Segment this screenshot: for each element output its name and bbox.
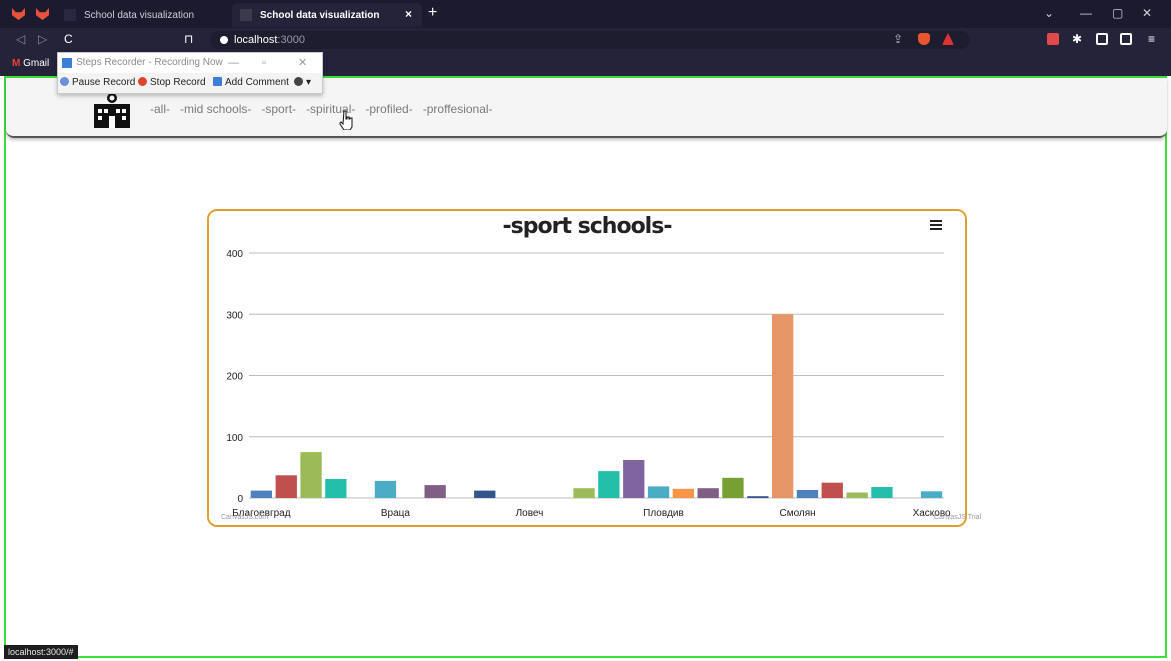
- bookmark-gmail[interactable]: M Gmail: [12, 58, 49, 69]
- bar[interactable]: [573, 488, 595, 498]
- close-window-icon[interactable]: ✕: [1142, 6, 1152, 20]
- bar[interactable]: [871, 487, 893, 498]
- bar[interactable]: [598, 471, 620, 498]
- nav-link-profiled[interactable]: -profiled-: [365, 102, 412, 116]
- bar[interactable]: [821, 482, 843, 498]
- nav-link-mid-schools[interactable]: -mid schools-: [180, 102, 251, 116]
- status-bar-url: localhost:3000/#: [4, 645, 78, 659]
- tab-close-icon[interactable]: ×: [405, 7, 412, 21]
- minimize-icon[interactable]: —: [1080, 6, 1092, 20]
- chart-title: -sport schools-: [502, 214, 673, 239]
- brave-shield-icon[interactable]: [918, 33, 930, 45]
- canvasjs-credit[interactable]: CanvasJS.com: [221, 514, 268, 521]
- bar[interactable]: [623, 460, 645, 498]
- bookmark-gmail-label: Gmail: [23, 58, 50, 69]
- y-tick-label: 400: [226, 249, 243, 260]
- tab-label: School data visualization: [84, 9, 195, 21]
- maximize-icon[interactable]: ▢: [1112, 6, 1123, 20]
- stop-record-button[interactable]: Stop Record: [138, 77, 206, 88]
- steps-close-icon[interactable]: ✕: [298, 53, 307, 73]
- tab-favicon-icon: [240, 9, 252, 21]
- add-comment-button[interactable]: Add Comment: [213, 77, 289, 88]
- share-icon[interactable]: ⇪: [893, 32, 903, 46]
- bar[interactable]: [647, 486, 670, 498]
- nav-link-proffesional[interactable]: -proffesional-: [423, 102, 493, 116]
- wallet-icon[interactable]: [1120, 33, 1132, 45]
- help-icon: [294, 77, 303, 86]
- pause-record-label: Pause Record: [72, 77, 136, 88]
- y-tick-label: 100: [226, 433, 243, 444]
- forward-icon[interactable]: ▷: [38, 32, 47, 46]
- steps-recorder-toolbar: Pause Record Stop Record Add Comment ▾: [58, 75, 322, 91]
- bar[interactable]: [374, 480, 397, 498]
- bookmark-icon[interactable]: ⊓: [184, 32, 193, 46]
- pause-icon: [60, 77, 69, 86]
- y-tick-label: 300: [226, 310, 243, 321]
- address-toolbar: ◁ ▷ C ⊓ localhost:3000 ⇪ ✱ ≡: [0, 28, 1171, 52]
- steps-maximize-icon[interactable]: ▫: [262, 53, 266, 73]
- pause-record-button[interactable]: Pause Record: [60, 77, 135, 88]
- tab-search-icon[interactable]: ⌄: [1044, 6, 1054, 20]
- steps-minimize-icon[interactable]: —: [228, 53, 239, 73]
- bar[interactable]: [846, 492, 868, 499]
- comment-icon: [213, 77, 222, 86]
- browser-fox-icon: [12, 8, 25, 20]
- bar-chart: 0100200300400Благоевград Враца Ловеч Пловди…: [226, 249, 951, 519]
- sidebar-icon[interactable]: [1096, 33, 1108, 45]
- bar[interactable]: [424, 485, 446, 498]
- add-comment-label: Add Comment: [225, 77, 289, 88]
- new-tab-button[interactable]: +: [428, 4, 437, 22]
- school-building-icon[interactable]: [92, 92, 132, 128]
- bar[interactable]: [250, 490, 272, 498]
- bar[interactable]: [796, 490, 819, 498]
- y-tick-label: 200: [226, 372, 243, 383]
- y-tick-label: 0: [237, 494, 243, 505]
- x-axis-label: Пловдив: [643, 508, 684, 519]
- bar[interactable]: [772, 314, 794, 499]
- extensions-puzzle-icon[interactable]: ✱: [1072, 32, 1082, 46]
- steps-recorder-title: Steps Recorder - Recording Now: [76, 57, 223, 68]
- extension-icon[interactable]: [1047, 33, 1059, 45]
- bar[interactable]: [697, 488, 719, 498]
- nav-link-sport[interactable]: -sport-: [261, 102, 296, 116]
- x-axis-label: Ловеч: [516, 508, 544, 519]
- tab-label: School data visualization: [260, 9, 380, 21]
- help-dropdown[interactable]: ▾: [294, 77, 311, 88]
- stop-record-label: Stop Record: [150, 77, 206, 88]
- chart-menu-icon[interactable]: [930, 220, 942, 230]
- bar[interactable]: [920, 491, 943, 498]
- back-icon[interactable]: ◁: [16, 32, 25, 46]
- reload-icon[interactable]: C: [64, 32, 73, 46]
- url-port: :3000: [277, 34, 305, 46]
- nav-link-all[interactable]: -all-: [150, 102, 170, 116]
- bar[interactable]: [722, 477, 744, 498]
- url-field[interactable]: localhost:3000: [210, 31, 970, 49]
- url-host: localhost: [234, 34, 278, 46]
- steps-recorder-icon: [62, 58, 72, 68]
- tab-favicon-icon: [64, 9, 76, 21]
- steps-recorder-titlebar: Steps Recorder - Recording Now — ▫ ✕: [58, 53, 322, 73]
- tab-active[interactable]: School data visualization ×: [232, 3, 422, 27]
- x-axis-label: Смолян: [779, 508, 815, 519]
- gitlab-fox-icon[interactable]: [36, 8, 49, 20]
- bar[interactable]: [325, 479, 347, 498]
- tab-inactive[interactable]: School data visualization: [56, 3, 231, 27]
- x-axis-label: Враца: [381, 508, 411, 519]
- bar[interactable]: [275, 475, 297, 498]
- menu-icon[interactable]: ≡: [1148, 32, 1155, 46]
- canvasjs-trial-label: CanvasJS Trial: [934, 514, 982, 521]
- browser-tab-strip: School data visualization School data vi…: [0, 0, 1171, 28]
- gmail-icon: M: [12, 58, 21, 69]
- site-info-icon[interactable]: [220, 36, 228, 44]
- steps-recorder-window: Steps Recorder - Recording Now — ▫ ✕ Pau…: [57, 52, 323, 94]
- bar[interactable]: [747, 496, 769, 498]
- nav-links: -all- -mid schools- -sport- -spiritual- …: [150, 102, 493, 116]
- bar[interactable]: [300, 452, 322, 498]
- bar[interactable]: [474, 490, 496, 498]
- stop-icon: [138, 77, 147, 86]
- bar[interactable]: [672, 488, 694, 498]
- hand-cursor-icon: [339, 110, 353, 130]
